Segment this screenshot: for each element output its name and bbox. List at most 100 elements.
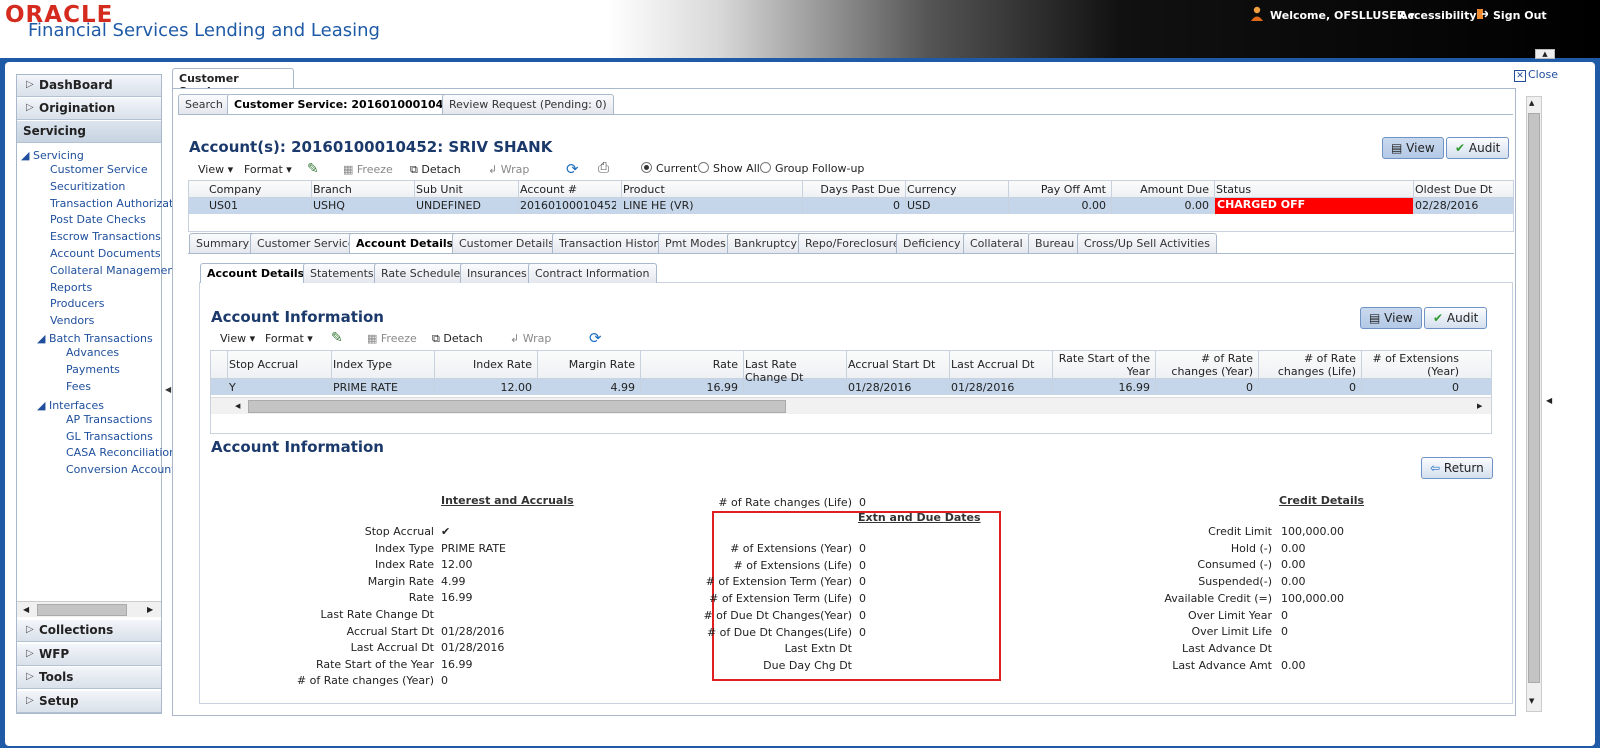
- sign-out-link[interactable]: Sign Out: [1493, 9, 1547, 22]
- grid-header[interactable]: Rate Start of the Year: [1054, 352, 1150, 379]
- expand-right-icon[interactable]: ◀: [1546, 396, 1552, 405]
- scroll-left-icon[interactable]: ◀: [23, 605, 29, 614]
- close-button[interactable]: ✕ Close: [1514, 68, 1558, 82]
- rate-grid-scrollbar[interactable]: ◀ ▶: [211, 397, 1491, 414]
- grid-header[interactable]: Branch: [313, 183, 409, 196]
- vertical-scrollbar[interactable]: ▲ ▼: [1526, 96, 1542, 712]
- scroll-left-icon[interactable]: ◀: [235, 402, 240, 410]
- tab-pmt-modes[interactable]: Pmt Modes: [658, 233, 733, 253]
- nav-servicing[interactable]: Servicing: [17, 121, 161, 143]
- collapse-nav-icon[interactable]: ◀: [165, 385, 171, 394]
- sidebar-item-ap-transactions[interactable]: AP Transactions: [66, 413, 152, 426]
- tab-bureau[interactable]: Bureau: [1028, 233, 1082, 253]
- scroll-right-icon[interactable]: ▶: [147, 605, 153, 614]
- scroll-down-icon[interactable]: ▼: [1529, 697, 1534, 705]
- grid-header[interactable]: Amount Due: [1113, 183, 1209, 196]
- nav-horizontal-scrollbar[interactable]: ◀ ▶: [17, 601, 161, 617]
- grid-header[interactable]: # of Rate changes (Year): [1157, 352, 1253, 379]
- nav-wfp[interactable]: ▷ WFP: [17, 644, 161, 666]
- tab-cross-up-sell-activities[interactable]: Cross/Up Sell Activities: [1077, 233, 1217, 253]
- grid-header[interactable]: Status: [1216, 183, 1408, 196]
- grid-header[interactable]: Currency: [907, 183, 1003, 196]
- scroll-thumb[interactable]: [248, 400, 786, 413]
- sidebar-item-securitization[interactable]: Securitization: [50, 180, 125, 193]
- wrap-button[interactable]: ↲ Wrap: [488, 163, 529, 176]
- grid-header[interactable]: Company: [209, 183, 307, 196]
- scroll-thumb[interactable]: [1528, 113, 1540, 683]
- sidebar-item-casa-reconciliation[interactable]: CASA Reconciliation: [66, 446, 176, 459]
- sidebar-item-vendors[interactable]: Vendors: [50, 314, 94, 327]
- tab-summary[interactable]: Summary: [189, 233, 257, 253]
- grid-header[interactable]: Sub Unit: [416, 183, 512, 196]
- nav-setup[interactable]: ▷ Setup: [17, 691, 161, 713]
- sidebar-item-producers[interactable]: Producers: [50, 297, 104, 310]
- tab-search[interactable]: Search: [178, 94, 230, 114]
- wrap-button-2[interactable]: ↲ Wrap: [510, 332, 551, 345]
- tab-repo-foreclosure[interactable]: Repo/Foreclosure: [798, 233, 907, 253]
- inner-tab-insurances[interactable]: Insurances: [460, 263, 534, 283]
- servicing-group[interactable]: ◢ Servicing: [21, 149, 84, 162]
- inner-tab-rate-schedule[interactable]: Rate Schedule: [374, 263, 468, 283]
- sidebar-item-payments[interactable]: Payments: [66, 363, 120, 376]
- detach-button[interactable]: ⧉ Detach: [410, 163, 461, 177]
- collapse-header-icon[interactable]: ▲: [1535, 49, 1555, 59]
- print-icon[interactable]: ⎙: [598, 160, 614, 176]
- grid-header[interactable]: # of Extensions (Year): [1363, 352, 1459, 379]
- sidebar-item-collateral-management[interactable]: Collateral Management: [50, 264, 179, 277]
- freeze-button-2[interactable]: ▦ Freeze: [367, 332, 417, 345]
- grid-header[interactable]: # of Rate changes (Life): [1260, 352, 1356, 379]
- scroll-right-icon[interactable]: ▶: [1477, 402, 1482, 410]
- nav-tools[interactable]: ▷ Tools: [17, 667, 161, 689]
- tab-customer-service[interactable]: Customer Service: [250, 233, 362, 253]
- current-radio[interactable]: [641, 162, 652, 173]
- sidebar-item-account-documents[interactable]: Account Documents: [50, 247, 161, 260]
- sidebar-item-gl-transactions[interactable]: GL Transactions: [66, 430, 153, 443]
- scroll-up-icon[interactable]: ▲: [1529, 99, 1534, 107]
- refresh-icon[interactable]: ⟳: [589, 329, 605, 347]
- nav-origination[interactable]: ▷ Origination: [17, 98, 161, 120]
- freeze-button[interactable]: ▦ Freeze: [343, 163, 393, 176]
- detach-button-2[interactable]: ⧉ Detach: [432, 332, 483, 346]
- audit-button-2[interactable]: ✔ Audit: [1424, 307, 1488, 329]
- tab-account-details[interactable]: Account Details: [349, 233, 461, 253]
- tab-deficiency[interactable]: Deficiency: [896, 233, 968, 253]
- tab-customer-service-account[interactable]: Customer Service: 20160100010452: [227, 94, 466, 114]
- view-menu[interactable]: View ▾: [198, 163, 233, 176]
- grid-header[interactable]: Product: [623, 183, 797, 196]
- sidebar-item-reports[interactable]: Reports: [50, 281, 92, 294]
- tab-customer-service[interactable]: Customer Service ×: [172, 68, 294, 98]
- inner-tab-contract-information[interactable]: Contract Information: [528, 263, 657, 283]
- tab-bankruptcy[interactable]: Bankruptcy: [727, 233, 804, 253]
- sidebar-item-customer-service[interactable]: Customer Service: [50, 163, 148, 176]
- sidebar-item-fees[interactable]: Fees: [66, 380, 91, 393]
- accessibility-link[interactable]: Accessibility: [1399, 9, 1477, 22]
- batch-group[interactable]: ◢ Batch Transactions: [37, 332, 153, 345]
- interfaces-group[interactable]: ◢ Interfaces: [37, 399, 104, 412]
- audit-button[interactable]: ✔ Audit: [1446, 137, 1510, 159]
- view-button[interactable]: ▤ View: [1382, 137, 1444, 159]
- grid-header[interactable]: Days Past Due: [804, 183, 900, 196]
- grid-header[interactable]: Account #: [520, 183, 616, 196]
- nav-collections[interactable]: ▷ Collections: [17, 620, 161, 642]
- tab-review-request[interactable]: Review Request (Pending: 0): [442, 94, 614, 114]
- grid-header[interactable]: Oldest Due Dt: [1415, 183, 1521, 196]
- format-menu[interactable]: Format ▾: [244, 163, 292, 176]
- grid-header[interactable]: Last Rate Change Dt: [745, 358, 841, 385]
- sidebar-item-conversion-account[interactable]: Conversion Account: [66, 463, 176, 476]
- view-menu-2[interactable]: View ▾: [220, 332, 255, 345]
- refresh-icon[interactable]: ⟳: [566, 160, 582, 178]
- show-all-radio[interactable]: [698, 162, 709, 173]
- inner-tab-statements[interactable]: Statements: [303, 263, 381, 283]
- grid-header[interactable]: Pay Off Amt: [1010, 183, 1106, 196]
- return-button[interactable]: ⇦ Return: [1421, 457, 1493, 479]
- nav-dashboard[interactable]: ▷ DashBoard: [17, 75, 161, 97]
- edit-grid-icon[interactable]: ✎: [331, 330, 347, 346]
- view-button-2[interactable]: ▤ View: [1360, 307, 1422, 329]
- tab-collateral[interactable]: Collateral: [963, 233, 1030, 253]
- welcome-menu[interactable]: Welcome, OFSLLUSER ▾: [1270, 9, 1415, 22]
- format-menu-2[interactable]: Format ▾: [265, 332, 313, 345]
- sidebar-item-post-date-checks[interactable]: Post Date Checks: [50, 213, 146, 226]
- sidebar-item-advances[interactable]: Advances: [66, 346, 119, 359]
- edit-grid-icon[interactable]: ✎: [307, 161, 323, 177]
- sidebar-item-escrow-transactions[interactable]: Escrow Transactions: [50, 230, 161, 243]
